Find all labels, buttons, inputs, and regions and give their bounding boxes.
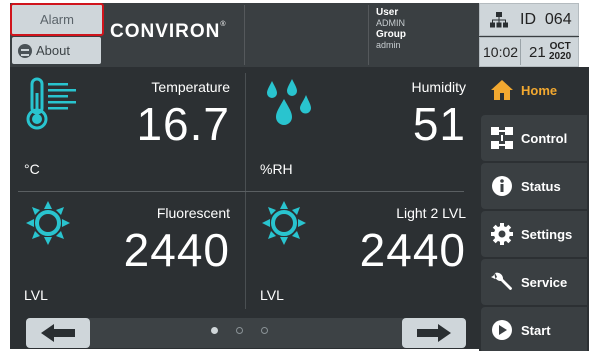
sidebar-item-settings[interactable]: Settings <box>481 211 587 257</box>
temperature-tile[interactable]: Temperature 16.7 °C <box>10 67 244 193</box>
clock-time: 10:02 <box>483 44 519 60</box>
reading-label: Fluorescent <box>156 205 230 221</box>
reading-unit: %RH <box>260 161 293 177</box>
control-icon <box>491 127 513 149</box>
sidebar-item-start[interactable]: Start <box>481 307 587 351</box>
info-icon <box>491 175 513 197</box>
arrow-left-icon <box>41 324 75 342</box>
light-2-tile[interactable]: Light 2 LVL 2440 LVL <box>246 193 480 319</box>
reading-label: Temperature <box>151 79 230 95</box>
alarm-button[interactable]: Alarm <box>10 3 104 36</box>
header-divider <box>368 5 369 65</box>
reading-value: 16.7 <box>136 98 230 150</box>
user-value: ADMIN <box>376 18 405 28</box>
reading-value: 2440 <box>359 224 466 276</box>
page-dot[interactable] <box>261 327 268 334</box>
reading-label: Humidity <box>411 79 466 95</box>
reading-label: Light 2 LVL <box>396 205 466 221</box>
sidebar-item-control[interactable]: Control <box>481 115 587 161</box>
sun-icon <box>262 201 306 245</box>
sidebar-item-home[interactable]: Home <box>481 67 587 113</box>
thermometer-icon <box>26 77 76 130</box>
about-label: About <box>36 43 70 58</box>
previous-page-button[interactable] <box>26 318 90 348</box>
page-dot[interactable] <box>236 327 243 334</box>
sun-icon <box>26 201 70 245</box>
header-bar: Alarm About CONVIRON® User ADMIN Group a… <box>10 3 579 67</box>
sidebar-item-service[interactable]: Service <box>481 259 587 305</box>
home-icon <box>491 79 513 101</box>
water-drops-icon <box>267 79 311 125</box>
page-dot-active[interactable] <box>211 327 218 334</box>
user-label: User <box>376 7 399 18</box>
date-day: 21 <box>529 43 546 61</box>
header-divider <box>244 5 245 65</box>
group-label: Group <box>376 29 406 40</box>
readings-panel: Temperature 16.7 °C Humidity 51 %RH Fluo… <box>10 67 479 349</box>
sidebar-item-label: Settings <box>521 226 573 242</box>
reading-value: 51 <box>412 98 466 150</box>
device-id: ID 064 <box>520 10 572 28</box>
arrow-right-icon <box>417 324 451 342</box>
user-info: User ADMIN Group admin <box>376 7 406 51</box>
network-icon <box>490 11 508 27</box>
alarm-label: Alarm <box>40 12 74 27</box>
about-icon <box>18 43 32 58</box>
wrench-icon <box>491 271 513 293</box>
sidebar-item-status[interactable]: Status <box>481 163 587 209</box>
reading-unit: °C <box>24 161 40 177</box>
sidebar-item-label: Status <box>521 178 561 194</box>
reading-unit: LVL <box>260 287 284 303</box>
datetime-box: 10:02 21 OCT 2020 <box>479 37 579 67</box>
fluorescent-tile[interactable]: Fluorescent 2440 LVL <box>10 193 244 319</box>
page-navigation <box>26 318 466 348</box>
humidity-tile[interactable]: Humidity 51 %RH <box>246 67 480 193</box>
gear-icon <box>491 223 513 245</box>
sidebar-item-label: Home <box>521 82 558 98</box>
sidebar-item-label: Control <box>521 130 568 146</box>
sidebar-nav: Home Control Status Settings Service Sta… <box>479 67 589 351</box>
reading-value: 2440 <box>123 224 230 276</box>
next-page-button[interactable] <box>402 318 466 348</box>
device-id-box: ID 064 <box>479 3 579 36</box>
controller-screen: Alarm About CONVIRON® User ADMIN Group a… <box>0 0 589 351</box>
play-icon <box>491 319 513 341</box>
about-button[interactable]: About <box>12 37 101 64</box>
brand-logo: CONVIRON® <box>110 21 227 42</box>
page-indicator <box>211 327 268 334</box>
date-month-year: OCT 2020 <box>549 41 572 62</box>
group-value: admin <box>376 40 401 50</box>
sidebar-item-label: Start <box>521 322 551 338</box>
sidebar-item-label: Service <box>521 274 568 290</box>
reading-unit: LVL <box>24 287 48 303</box>
